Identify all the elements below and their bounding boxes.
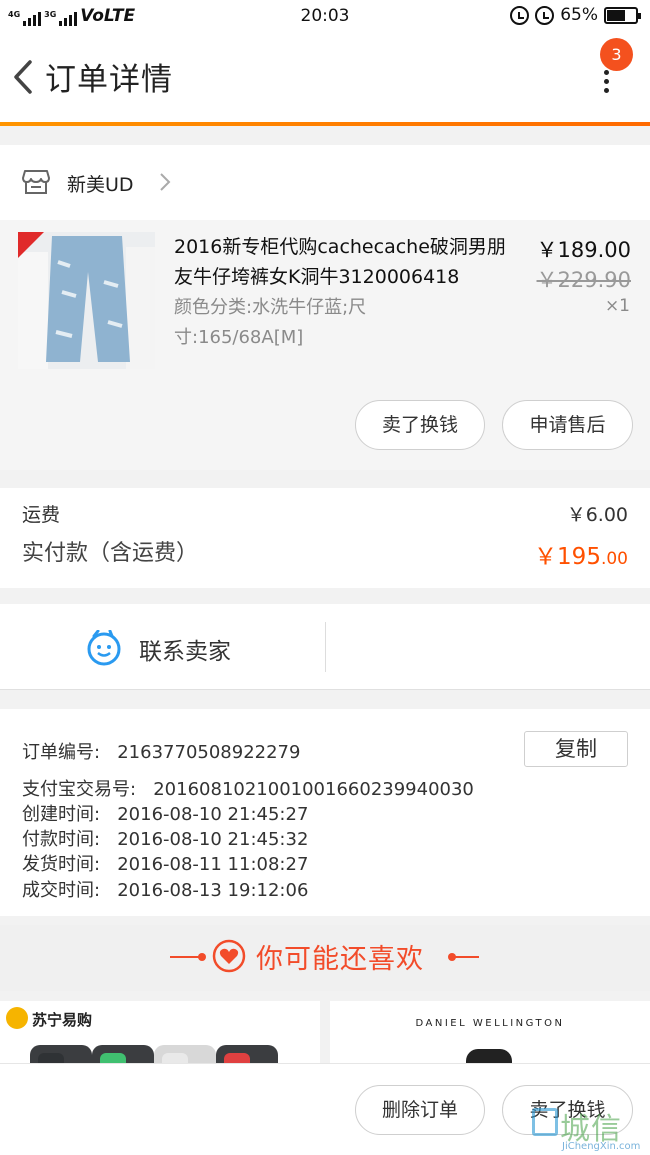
- shop-name[interactable]: 新美UD: [67, 170, 134, 197]
- suning-logo-icon: [6, 1007, 28, 1029]
- phone-image: [30, 1045, 92, 1063]
- ad-brand-dw: DANIEL WELLINGTON: [415, 1018, 565, 1029]
- back-arrow-icon[interactable]: [12, 60, 34, 94]
- jeans-photo: [18, 232, 155, 369]
- ad-suning[interactable]: 苏宁易购: [0, 1001, 320, 1063]
- ad-brand-suning: 苏宁易购: [32, 1011, 93, 1029]
- watermark-sub: JiChengXin.com: [562, 1141, 641, 1152]
- recommend-header: 你可能还喜欢: [0, 925, 650, 991]
- product-original-price: ￥229.90: [536, 268, 631, 292]
- decor-line-left: [170, 956, 200, 958]
- paid-total-value: ￥195.00: [534, 537, 628, 571]
- copy-button[interactable]: 复制: [524, 731, 628, 767]
- paid-total-label: 实付款（含运费）: [22, 541, 199, 566]
- status-bar: 4G 3G VoLTE 20:03 65%: [0, 0, 650, 34]
- alarm-icon: [535, 5, 555, 25]
- battery-icon: [604, 6, 641, 24]
- order-info: 订单编号: 2163770508922279 复制 支付宝交易号: 201608…: [0, 709, 650, 916]
- battery-percent: 65%: [560, 5, 598, 25]
- phone-image: [92, 1045, 154, 1063]
- order-number: 订单编号: 2163770508922279: [22, 742, 301, 763]
- notification-badge[interactable]: 3: [600, 38, 633, 71]
- header-accent-line: [0, 122, 650, 126]
- created-time: 创建时间: 2016-08-10 21:45:27: [22, 804, 309, 825]
- product-item[interactable]: 2016新专柜代购cachecache破洞男朋友牛仔垮裤女K洞牛31200064…: [0, 220, 650, 470]
- contact-seller-label[interactable]: 联系卖家: [139, 632, 231, 666]
- rotation-lock-icon: [510, 5, 530, 25]
- heart-icon: [212, 939, 246, 973]
- phone-image: [154, 1045, 216, 1063]
- decor-dot-left: [198, 953, 206, 961]
- chevron-right-icon: [160, 173, 171, 191]
- battery-fill: [607, 9, 626, 21]
- delete-order-button[interactable]: 删除订单: [355, 1085, 485, 1135]
- page-title: 订单详情: [45, 62, 173, 98]
- contact-seller-button[interactable]: 联系卖家: [0, 604, 325, 690]
- chat-bubble-icon: [87, 630, 121, 666]
- more-menu-icon[interactable]: [600, 70, 612, 94]
- watermark: 城信 JiChengXin.com: [532, 1104, 650, 1154]
- fee-summary: 运费 ￥6.00 实付款（含运费） ￥195.00: [0, 488, 650, 588]
- paid-time: 付款时间: 2016-08-10 21:45:32: [22, 829, 309, 850]
- product-image[interactable]: [18, 232, 155, 369]
- shipping-label: 运费: [22, 504, 61, 526]
- product-price: ￥189.00: [536, 238, 631, 262]
- watermark-logo-icon: [532, 1108, 558, 1136]
- product-quantity: ×1: [604, 296, 630, 316]
- store-icon: [22, 170, 50, 194]
- watch-image: [466, 1049, 512, 1063]
- sell-for-cash-button[interactable]: 卖了换钱: [355, 400, 485, 450]
- divider: [325, 622, 326, 672]
- paid-total-main: ￥195: [534, 544, 601, 570]
- shop-row[interactable]: 新美UD: [0, 145, 650, 220]
- product-spec: 颜色分类:水洗牛仔蓝;尺寸:165/68A[M]: [174, 297, 367, 348]
- recommend-label: 你可能还喜欢: [256, 944, 424, 975]
- after-sale-button[interactable]: 申请售后: [502, 400, 633, 450]
- contact-section: 联系卖家: [0, 604, 650, 690]
- alipay-trade-number: 支付宝交易号: 2016081021001001660239940030: [22, 779, 474, 800]
- shipped-time: 发货时间: 2016-08-11 11:08:27: [22, 854, 309, 875]
- shipping-value: ￥6.00: [566, 504, 628, 526]
- phone-image: [216, 1045, 278, 1063]
- header: 订单详情 3: [0, 34, 650, 122]
- completed-time: 成交时间: 2016-08-13 19:12:06: [22, 880, 309, 901]
- product-title[interactable]: 2016新专柜代购cachecache破洞男朋友牛仔垮裤女K洞牛31200064…: [174, 232, 524, 292]
- paid-total-cents: .00: [600, 549, 628, 569]
- ad-daniel-wellington[interactable]: DANIEL WELLINGTON: [330, 1001, 650, 1063]
- decor-line-right: [449, 956, 479, 958]
